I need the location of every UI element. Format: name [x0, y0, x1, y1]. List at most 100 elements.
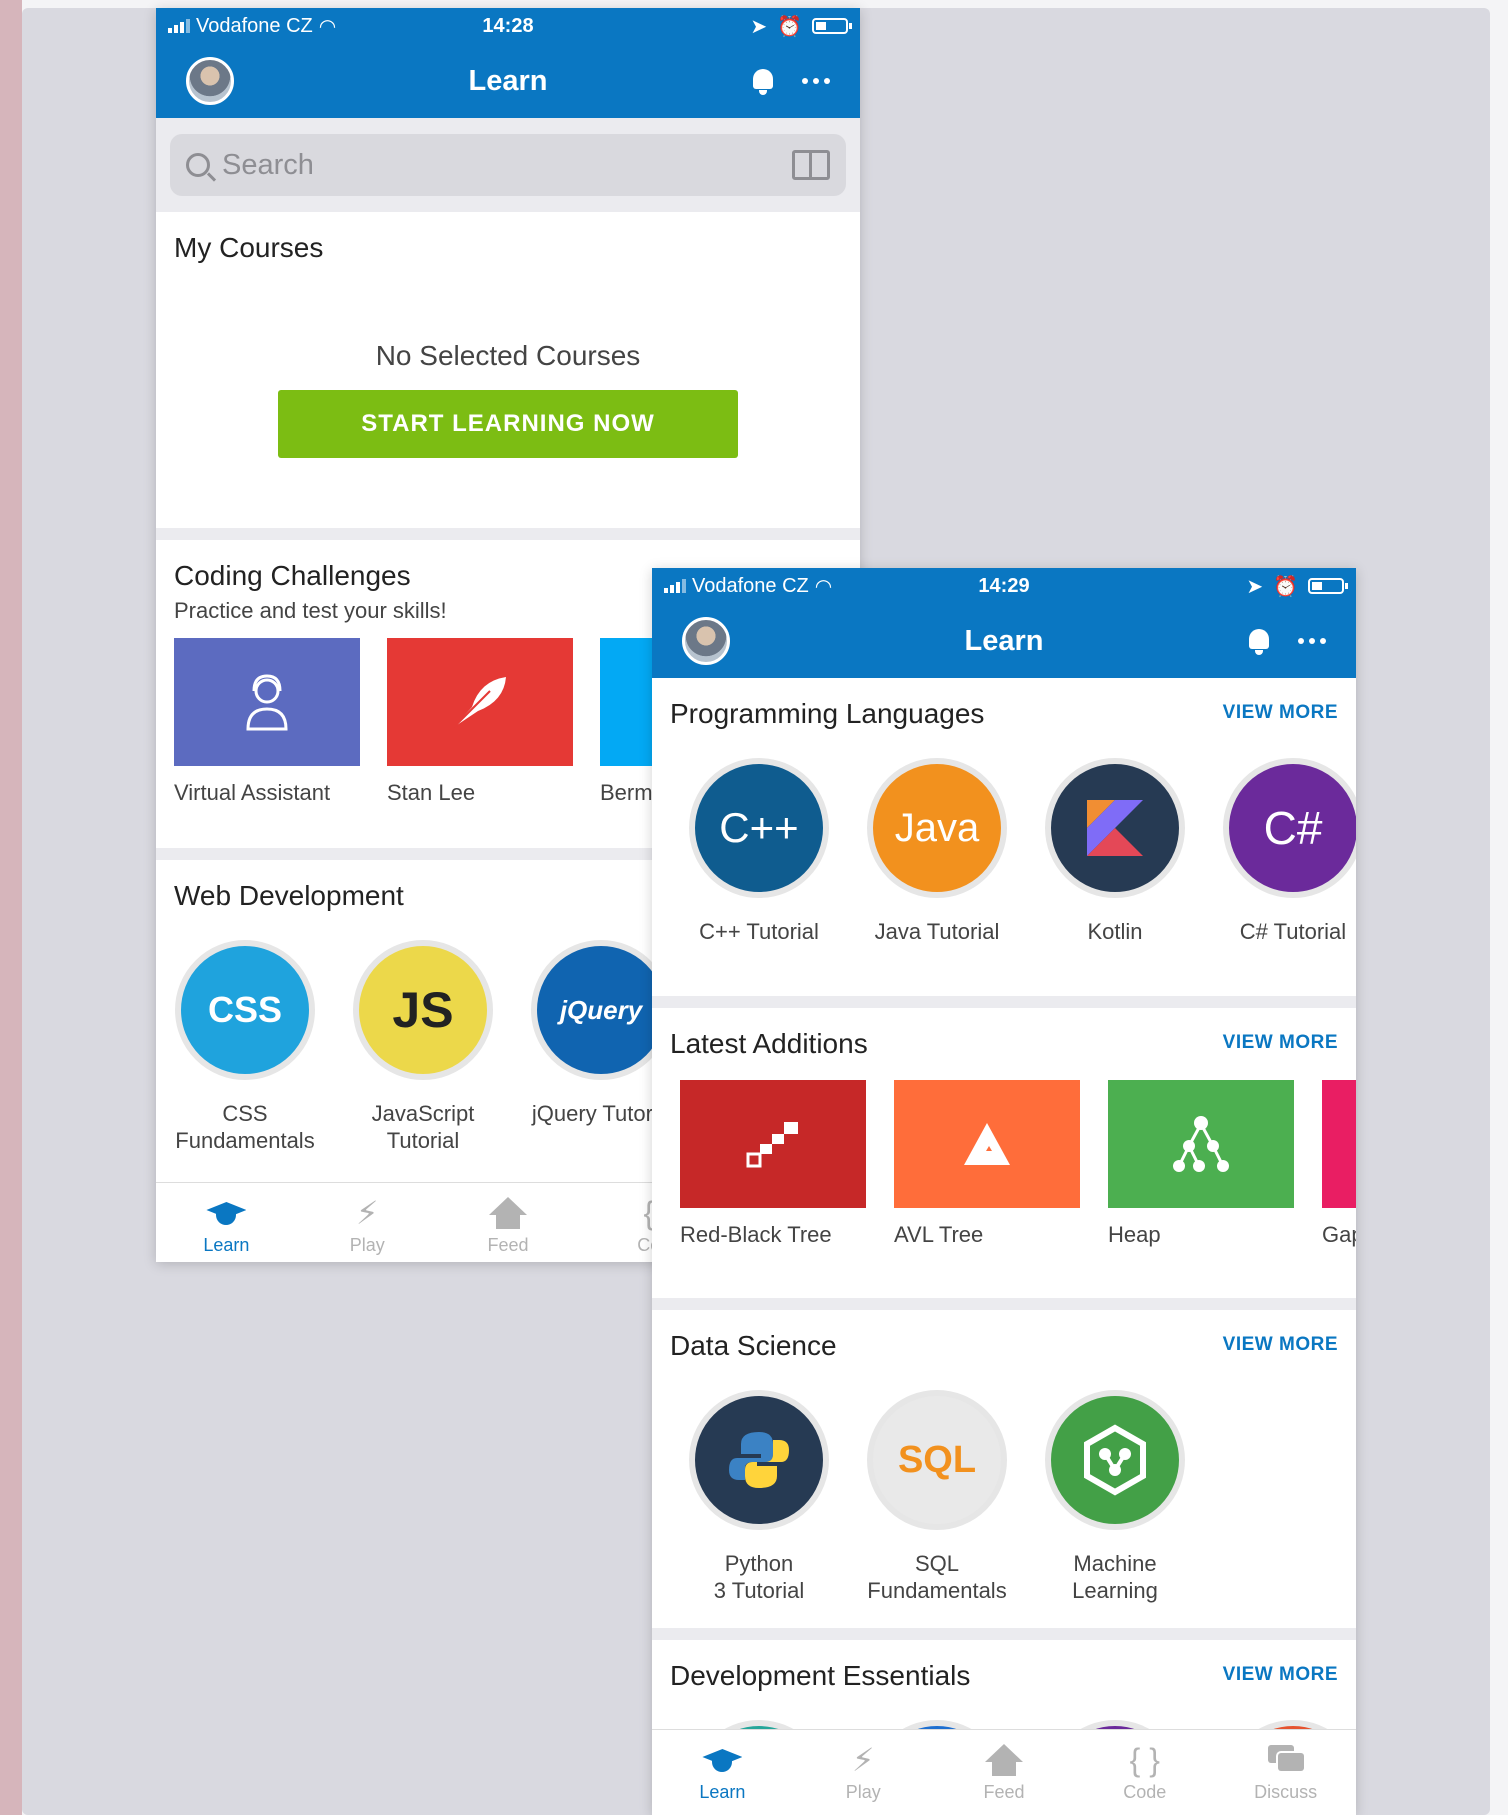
course-item[interactable]: Java Java Tutorial [848, 758, 1026, 945]
lesson-label: Red-Black Tree [680, 1222, 832, 1247]
lesson-card[interactable]: Heap [1108, 1080, 1294, 1248]
search-icon [186, 153, 210, 177]
tab-feed[interactable]: Feed [438, 1183, 579, 1262]
lightning-icon: ⚡ [355, 1195, 379, 1231]
lesson-card[interactable]: Red-Black Tree [680, 1080, 866, 1248]
more-icon[interactable] [1298, 638, 1326, 644]
lesson-card[interactable]: AVL Tree [894, 1080, 1080, 1248]
kotlin-badge [1045, 758, 1185, 898]
home-icon [985, 1744, 1023, 1776]
course-label: 3 Tutorial [713, 1578, 805, 1603]
sql-badge: SQL [867, 1390, 1007, 1530]
lesson-label: Heap [1108, 1222, 1161, 1247]
machine-learning-badge [1045, 1390, 1185, 1530]
tab-code[interactable]: { } Code [1074, 1730, 1215, 1815]
stairs-icon [746, 1122, 798, 1168]
course-item[interactable]: C++ C++ Tutorial [670, 758, 848, 945]
avatar[interactable] [682, 617, 730, 665]
challenge-card[interactable]: Stan Lee [387, 638, 573, 806]
course-label: SQL [914, 1551, 959, 1576]
course-label: Fundamentals [175, 1128, 315, 1153]
course-item[interactable]: JS JavaScript Tutorial [334, 940, 512, 1154]
course-item[interactable]: CSS CSS Fundamentals [156, 940, 334, 1154]
avatar[interactable] [186, 57, 234, 105]
challenge-label: Virtual Assistant [174, 780, 331, 805]
python-badge [689, 1390, 829, 1530]
js-badge: JS [353, 940, 493, 1080]
home-icon [489, 1197, 527, 1229]
tab-label: Discuss [1254, 1782, 1318, 1802]
course-label: Tutorial [386, 1128, 460, 1153]
screen-learn-catalog: Vodafone CZ ◠ 14:29 ➤ ⏰ Learn Programmin… [652, 568, 1356, 1815]
braces-icon: { } [1129, 1742, 1160, 1778]
tab-discuss[interactable]: Discuss [1215, 1730, 1356, 1815]
tab-play[interactable]: ⚡ Play [297, 1183, 438, 1262]
course-label: CSS [222, 1101, 268, 1126]
signal-icon [168, 19, 190, 33]
java-badge: Java [867, 758, 1007, 898]
lesson-thumb [680, 1080, 866, 1208]
kotlin-logo-icon [1087, 800, 1143, 856]
course-item[interactable]: Kotlin [1026, 758, 1204, 945]
challenge-card[interactable]: Virtual Assistant [174, 638, 360, 806]
course-label: jQuery Tutoria [531, 1101, 671, 1126]
wifi-icon: ◠ [318, 15, 337, 38]
my-courses-section: My Courses No Selected Courses START LEA… [156, 212, 860, 528]
background-strip [0, 0, 22, 1815]
css-badge: CSS [175, 940, 315, 1080]
alarm-icon: ⏰ [1273, 575, 1298, 598]
latest-additions-section: Latest Additions VIEW MORE Red-Black Tre… [652, 1008, 1356, 1298]
cpp-badge: C++ [689, 758, 829, 898]
view-more-link[interactable]: VIEW MORE [1223, 702, 1338, 724]
tab-label: Learn [203, 1235, 250, 1255]
lesson-card[interactable]: Gap [1322, 1080, 1356, 1248]
view-more-link[interactable]: VIEW MORE [1223, 1334, 1338, 1356]
nav-bar: Learn [156, 44, 860, 118]
tab-label: Feed [983, 1782, 1025, 1802]
signal-icon [664, 579, 686, 593]
course-item[interactable]: C# C# Tutorial [1204, 758, 1356, 945]
tab-label: Play [845, 1782, 881, 1802]
course-label: Python [724, 1551, 794, 1576]
graduation-cap-icon [206, 1198, 246, 1228]
tab-learn[interactable]: Learn [652, 1730, 793, 1815]
csharp-badge: C# [1223, 758, 1356, 898]
course-item[interactable]: Machine Learning [1026, 1390, 1204, 1604]
lightning-icon: ⚡ [851, 1742, 875, 1778]
alarm-icon: ⏰ [777, 15, 802, 38]
tab-feed[interactable]: Feed [934, 1730, 1075, 1815]
course-label: Kotlin [1087, 919, 1143, 944]
course-label: C# Tutorial [1239, 919, 1347, 944]
challenge-thumb [387, 638, 573, 766]
tab-play[interactable]: ⚡ Play [793, 1730, 934, 1815]
search-input[interactable]: Search [170, 134, 846, 196]
book-icon[interactable] [792, 150, 830, 180]
course-item[interactable]: Python 3 Tutorial [670, 1390, 848, 1604]
more-icon[interactable] [802, 78, 830, 84]
empty-state-text: No Selected Courses [375, 340, 641, 371]
course-item[interactable]: SQL SQL Fundamentals [848, 1390, 1026, 1604]
view-more-link[interactable]: VIEW MORE [1223, 1664, 1338, 1686]
course-label: Learning [1072, 1578, 1158, 1603]
lesson-thumb [894, 1080, 1080, 1208]
lesson-label: AVL Tree [894, 1222, 984, 1247]
tab-learn[interactable]: Learn [156, 1183, 297, 1262]
tab-label: Feed [487, 1235, 529, 1255]
graduation-cap-icon [702, 1745, 742, 1775]
tab-label: Code [1123, 1782, 1167, 1802]
battery-icon [1308, 578, 1348, 594]
bell-icon[interactable] [750, 67, 776, 95]
bell-icon[interactable] [1246, 627, 1272, 655]
start-learning-button[interactable]: START LEARNING NOW [278, 390, 738, 458]
challenge-thumb [174, 638, 360, 766]
carrier-name: Vodafone CZ [692, 574, 809, 597]
view-more-link[interactable]: VIEW MORE [1223, 1032, 1338, 1054]
lesson-thumb [1322, 1080, 1356, 1208]
wifi-icon: ◠ [814, 575, 833, 598]
nav-bar: Learn [652, 604, 1356, 678]
data-science-section: Data Science VIEW MORE Python 3 Tutorial … [652, 1310, 1356, 1628]
course-label: JavaScript [371, 1101, 475, 1126]
status-bar: Vodafone CZ ◠ 14:28 ➤ ⏰ [156, 8, 860, 44]
brain-icon [1084, 1424, 1146, 1496]
location-icon: ➤ [750, 15, 768, 38]
